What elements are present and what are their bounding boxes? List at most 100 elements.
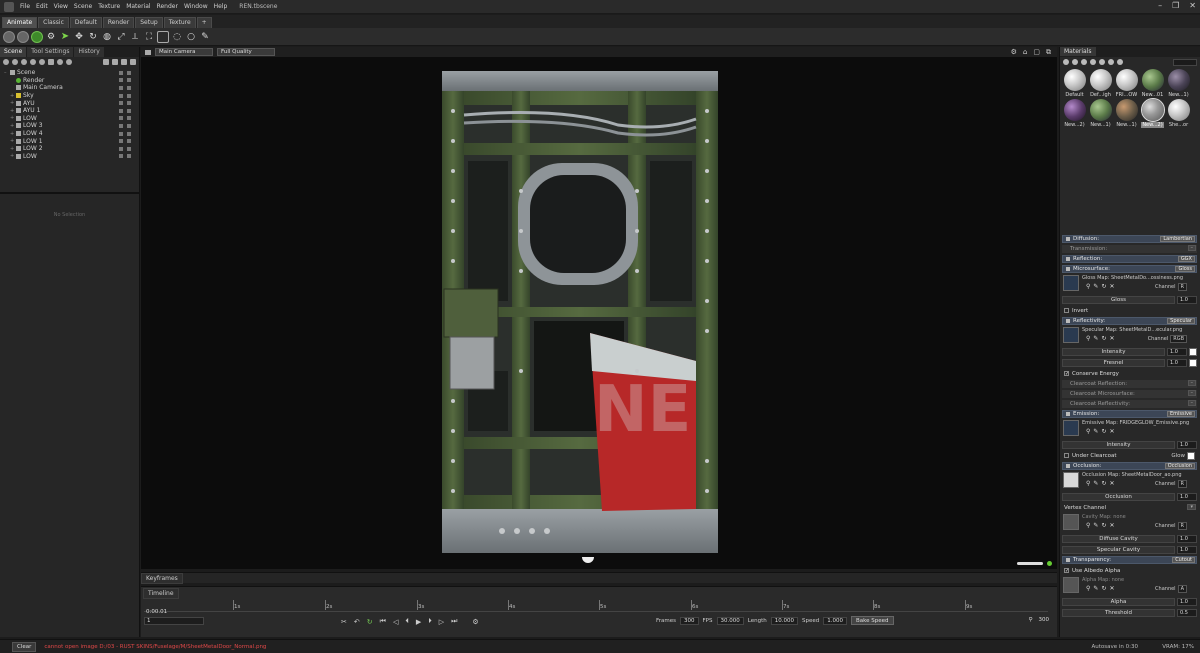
emission-mode-select[interactable]: Emissive: [1166, 411, 1195, 417]
tree-item-scene[interactable]: – Scene: [4, 69, 139, 77]
vertex-channel-select[interactable]: ▾: [1187, 504, 1196, 510]
section-emission[interactable]: Emission: Emissive: [1062, 410, 1197, 418]
length-field[interactable]: 10.000: [770, 616, 798, 625]
close-icon[interactable]: ✕: [1109, 522, 1114, 529]
section-reflection[interactable]: Reflection: GGX: [1062, 255, 1197, 263]
refresh-icon[interactable]: ↻: [1101, 335, 1106, 342]
section-transmission[interactable]: Transmission: –: [1062, 245, 1197, 253]
timeline-ruler[interactable]: 1s 2s 3s 4s 5s 6s 7s 8s 9s: [144, 600, 1048, 612]
add-shadow-icon[interactable]: [39, 59, 45, 65]
refresh-icon[interactable]: ↻: [1101, 585, 1106, 592]
play-icon[interactable]: ▶: [416, 618, 421, 626]
folder-icon[interactable]: [103, 59, 109, 65]
minimize-icon[interactable]: –: [1158, 1, 1162, 10]
scale-tool-icon[interactable]: ⤢: [115, 31, 127, 43]
add-bake-icon[interactable]: [66, 59, 72, 65]
sphere-tool-icon[interactable]: [3, 30, 15, 43]
tab-classic[interactable]: Classic: [38, 17, 69, 28]
section-diffusion[interactable]: Diffusion: Lambertian: [1062, 235, 1197, 243]
use-albedo-alpha-row[interactable]: ✓ Use Albedo Alpha: [1062, 566, 1197, 575]
menu-material[interactable]: Material: [123, 3, 153, 10]
undo-icon[interactable]: ↶: [354, 618, 360, 626]
occlusion-map-thumbnail[interactable]: [1063, 472, 1079, 488]
lasso-select-icon[interactable]: ◌: [171, 31, 183, 43]
delete-material-icon[interactable]: [1099, 59, 1105, 65]
camera-select[interactable]: Main Camera: [155, 48, 213, 56]
diffusion-mode-select[interactable]: Lambertian: [1160, 236, 1195, 242]
prev-key-icon[interactable]: ◁: [393, 618, 398, 626]
invert-row[interactable]: Invert: [1062, 306, 1197, 315]
add-camera-icon[interactable]: [21, 59, 27, 65]
menu-texture[interactable]: Texture: [95, 3, 123, 10]
close-icon[interactable]: ✕: [1109, 428, 1114, 435]
tree-item-low[interactable]: + LOW: [4, 115, 139, 123]
menu-scene[interactable]: Scene: [71, 3, 95, 10]
alpha-channel-select[interactable]: A: [1177, 585, 1187, 593]
globe-tool-icon[interactable]: ◍: [101, 31, 113, 43]
gloss-map-thumbnail[interactable]: [1063, 275, 1079, 291]
tab-animate[interactable]: Animate: [2, 17, 38, 28]
search-icon[interactable]: ⚲: [1086, 335, 1090, 342]
add-light-icon[interactable]: [12, 59, 18, 65]
close-icon[interactable]: ✕: [1109, 480, 1114, 487]
clearcoat-reflectivity-select[interactable]: –: [1187, 400, 1196, 406]
prev-frame-icon[interactable]: ⏴: [405, 617, 409, 626]
section-occlusion[interactable]: Occlusion: Occlusion: [1062, 462, 1197, 470]
under-clearcoat-checkbox[interactable]: [1064, 453, 1069, 458]
alpha-slider[interactable]: Alpha: [1062, 597, 1175, 606]
render-mode-icon[interactable]: [31, 30, 43, 43]
tree-item-main-camera[interactable]: Main Camera: [4, 84, 139, 92]
under-clearcoat-row[interactable]: Under Clearcoat Glow: [1062, 451, 1197, 460]
cavity-map-thumbnail[interactable]: [1063, 514, 1079, 530]
skip-end-icon[interactable]: ⏭: [451, 617, 457, 626]
section-clearcoat-reflection[interactable]: Clearcoat Reflection: –: [1062, 380, 1197, 388]
gloss-slider[interactable]: Gloss: [1062, 295, 1175, 304]
invert-checkbox[interactable]: [1064, 308, 1069, 313]
search-icon[interactable]: ⚲: [1086, 522, 1090, 529]
refresh-icon[interactable]: ↻: [1101, 428, 1106, 435]
viewport-menu-icon[interactable]: [145, 49, 151, 55]
specular-channel-select[interactable]: RGB: [1170, 335, 1187, 343]
tab-timeline[interactable]: Timeline: [143, 588, 179, 599]
occlusion-value[interactable]: 1.0: [1177, 492, 1197, 501]
clear-button[interactable]: Clear: [12, 641, 37, 652]
material-filter-input[interactable]: [1173, 58, 1197, 66]
cut-icon[interactable]: ✂: [341, 618, 347, 626]
transparency-mode-select[interactable]: Cutout: [1172, 557, 1195, 563]
tree-item-ayu-1[interactable]: + AYU 1: [4, 107, 139, 115]
fresnel-slider[interactable]: Fresnel: [1062, 358, 1165, 367]
section-reflectivity[interactable]: Reflectivity: Specular: [1062, 317, 1197, 325]
end-frame[interactable]: 300: [1039, 617, 1050, 623]
section-microsurface[interactable]: Microsurface: Gloss: [1062, 265, 1197, 273]
settings-tool-icon[interactable]: ⚙: [45, 31, 57, 43]
circle-select-icon[interactable]: ○: [185, 31, 197, 43]
transmission-mode-select[interactable]: –: [1187, 245, 1196, 251]
tab-default[interactable]: Default: [69, 17, 102, 28]
tree-item-low-1[interactable]: + LOW 1: [4, 137, 139, 145]
viewport-settings-icon[interactable]: ⚙: [1011, 48, 1017, 57]
intensity-value[interactable]: 1.0: [1167, 347, 1187, 356]
cavity-channel-select[interactable]: R: [1177, 522, 1187, 530]
reflection-mode-select[interactable]: GGX: [1177, 256, 1195, 262]
intensity-color-swatch[interactable]: [1189, 347, 1197, 356]
tree-item-sky[interactable]: + Sky: [4, 92, 139, 100]
gloss-value[interactable]: 1.0: [1177, 295, 1197, 304]
frames-field[interactable]: 300: [680, 616, 699, 625]
material-swatch[interactable]: New...2): [1062, 99, 1087, 128]
pivot-tool-icon[interactable]: ⟂: [129, 31, 141, 43]
clearcoat-microsurface-select[interactable]: –: [1187, 390, 1196, 396]
section-clearcoat-microsurface[interactable]: Clearcoat Microsurface: –: [1062, 390, 1197, 398]
save-material-icon[interactable]: [1090, 59, 1096, 65]
refresh-icon[interactable]: ↻: [1101, 480, 1106, 487]
tree-item-low-last[interactable]: + LOW: [4, 153, 139, 161]
clearcoat-reflection-select[interactable]: –: [1187, 380, 1196, 386]
emissive-map-thumbnail[interactable]: [1063, 420, 1079, 436]
conserve-energy-checkbox[interactable]: ✓: [1064, 371, 1069, 377]
refresh-icon[interactable]: ↻: [1101, 283, 1106, 290]
specular-cavity-value[interactable]: 1.0: [1177, 545, 1197, 554]
keyframe-tool-icon[interactable]: ⚲: [1028, 617, 1032, 623]
viewport-exposure-slider[interactable]: [1017, 562, 1043, 565]
rotate-tool-icon[interactable]: ↻: [87, 31, 99, 43]
list-icon[interactable]: [130, 59, 136, 65]
section-transparency[interactable]: Transparency: Cutout: [1062, 556, 1197, 564]
